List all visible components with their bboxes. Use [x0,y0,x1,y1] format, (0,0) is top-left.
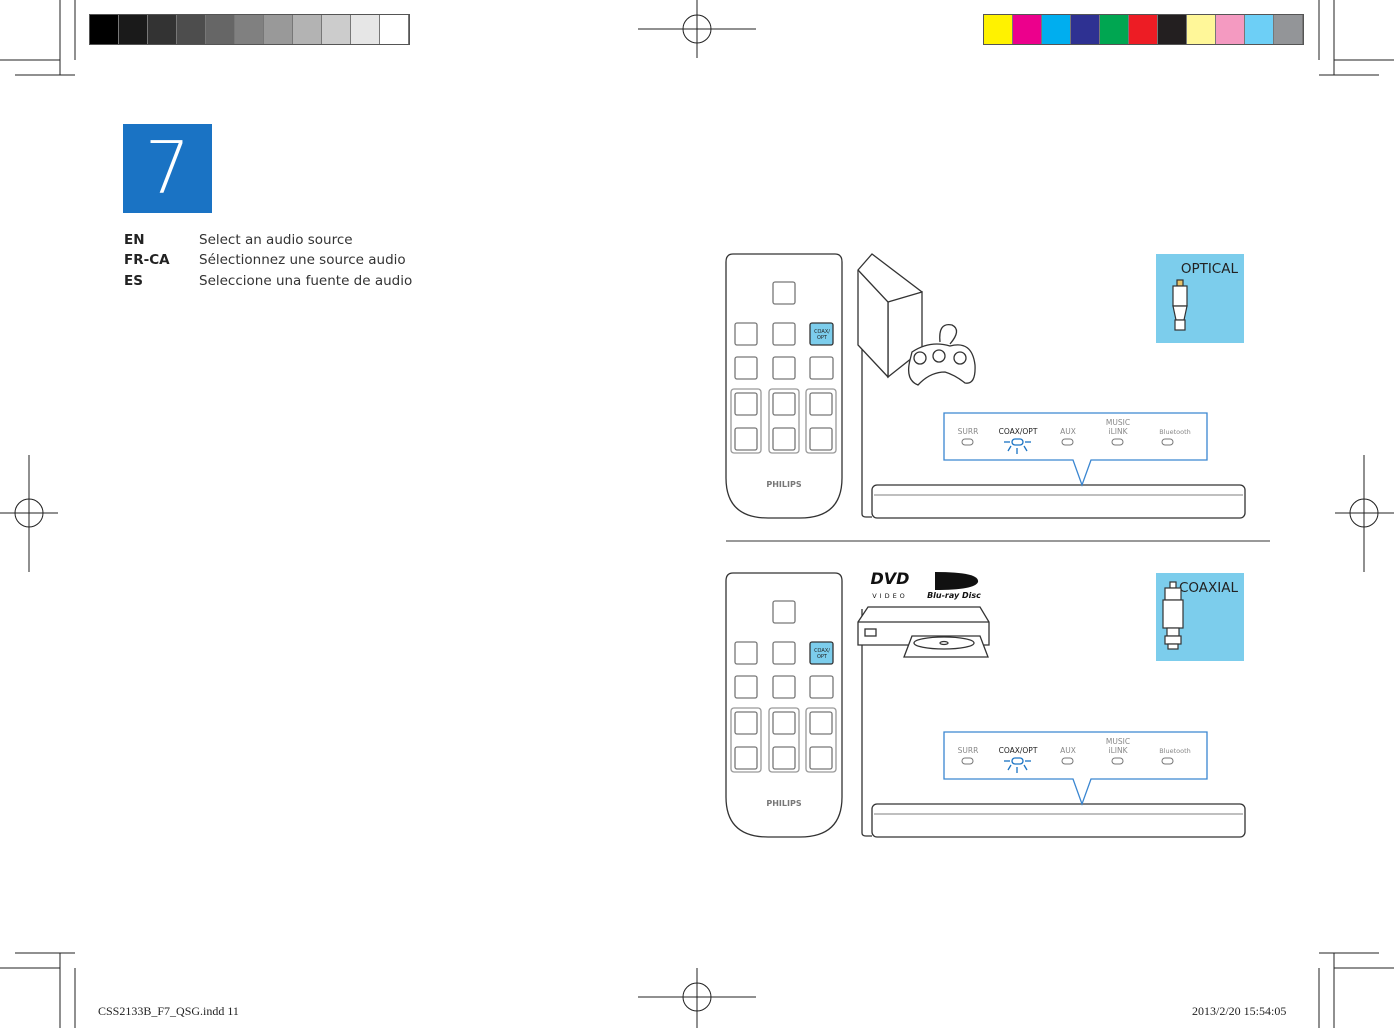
bluray-logo: Blu-ray Disc [927,591,981,600]
display-surr: SURR [958,746,979,755]
display-aux: AUX [1060,746,1076,755]
display-coax-opt: COAX/OPT [999,746,1038,755]
dvd-video-text: VIDEO [872,592,908,600]
optical-label: OPTICAL [1181,261,1239,277]
connection-diagram: OPTICAL COAXIAL DVD VIDEO Blu-ray Disc C… [725,253,1270,838]
coaxial-connector-icon [1162,581,1184,650]
optical-connector-icon [1172,279,1188,331]
optical-panel: OPTICAL [725,253,1246,519]
display-coax-opt: COAX/OPT [999,427,1038,436]
bluray-swoosh-icon [935,572,979,590]
display-ilink: iLINK [1108,746,1128,755]
display-bluetooth: Bluetooth [1159,428,1191,436]
display-surr: SURR [958,427,979,436]
game-console-icon [857,253,976,386]
coaxial-label: COAXIAL [1179,580,1239,596]
remote-brand: PHILIPS [766,480,801,489]
display-music: MUSIC [1106,737,1130,746]
remote-brand: PHILIPS [766,799,801,808]
display-bluetooth: Bluetooth [1159,747,1191,755]
remote-coax-button-line2: OPT [817,654,828,660]
dvd-player-icon [857,606,990,658]
footer-timestamp: 2013/2/20 15:54:05 [1192,1004,1287,1018]
remote-coax-button-line2: OPT [817,335,828,341]
dvd-logo: DVD [871,569,910,588]
display-music: MUSIC [1106,418,1130,427]
display-aux: AUX [1060,427,1076,436]
display-ilink: iLINK [1108,427,1128,436]
footer-filename: CSS2133B_F7_QSG.indd 11 [98,1004,239,1018]
